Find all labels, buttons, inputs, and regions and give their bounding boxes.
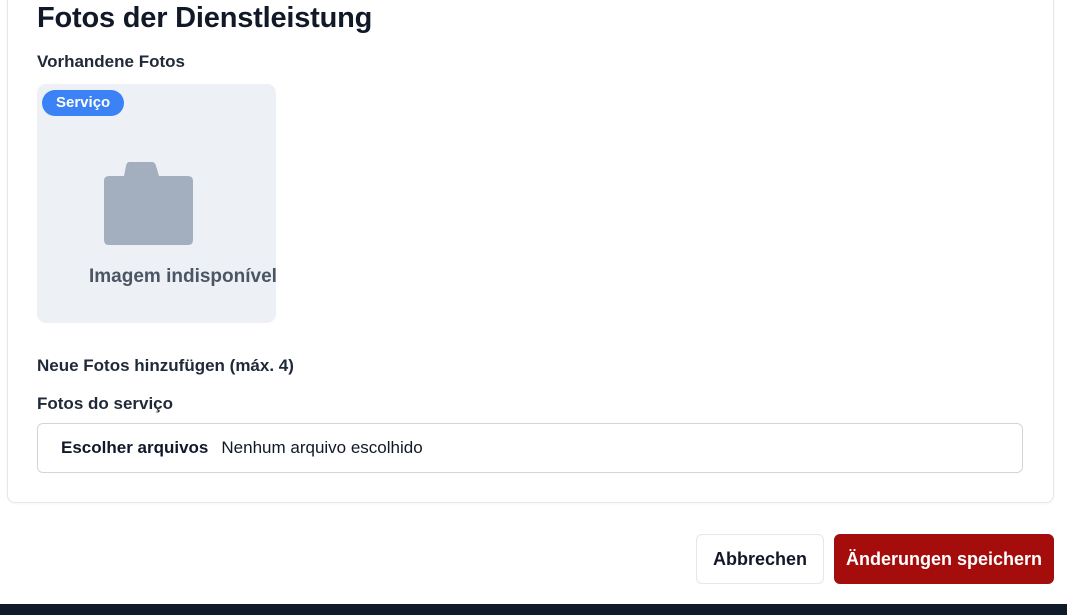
camera-icon — [103, 160, 195, 253]
photo-tile[interactable]: Serviço Imagem indisponível — [37, 84, 276, 323]
save-changes-button[interactable]: Änderungen speichern — [834, 534, 1054, 584]
file-upload-input[interactable]: Escolher arquivos Nenhum arquivo escolhi… — [37, 423, 1023, 473]
photo-badge: Serviço — [42, 90, 125, 116]
image-unavailable-text: Imagem indisponível — [89, 266, 276, 287]
page-title: Fotos der Dienstleistung — [37, 2, 373, 34]
service-photos-field-label: Fotos do serviço — [37, 394, 174, 413]
choose-files-button[interactable]: Escolher arquivos — [61, 438, 208, 458]
add-photos-label: Neue Fotos hinzufügen (máx. 4) — [37, 356, 294, 375]
existing-photos-label: Vorhandene Fotos — [37, 52, 185, 71]
cancel-button[interactable]: Abbrechen — [696, 534, 824, 584]
footer-bar — [0, 604, 1067, 615]
file-status-text: Nenhum arquivo escolhido — [221, 438, 423, 457]
